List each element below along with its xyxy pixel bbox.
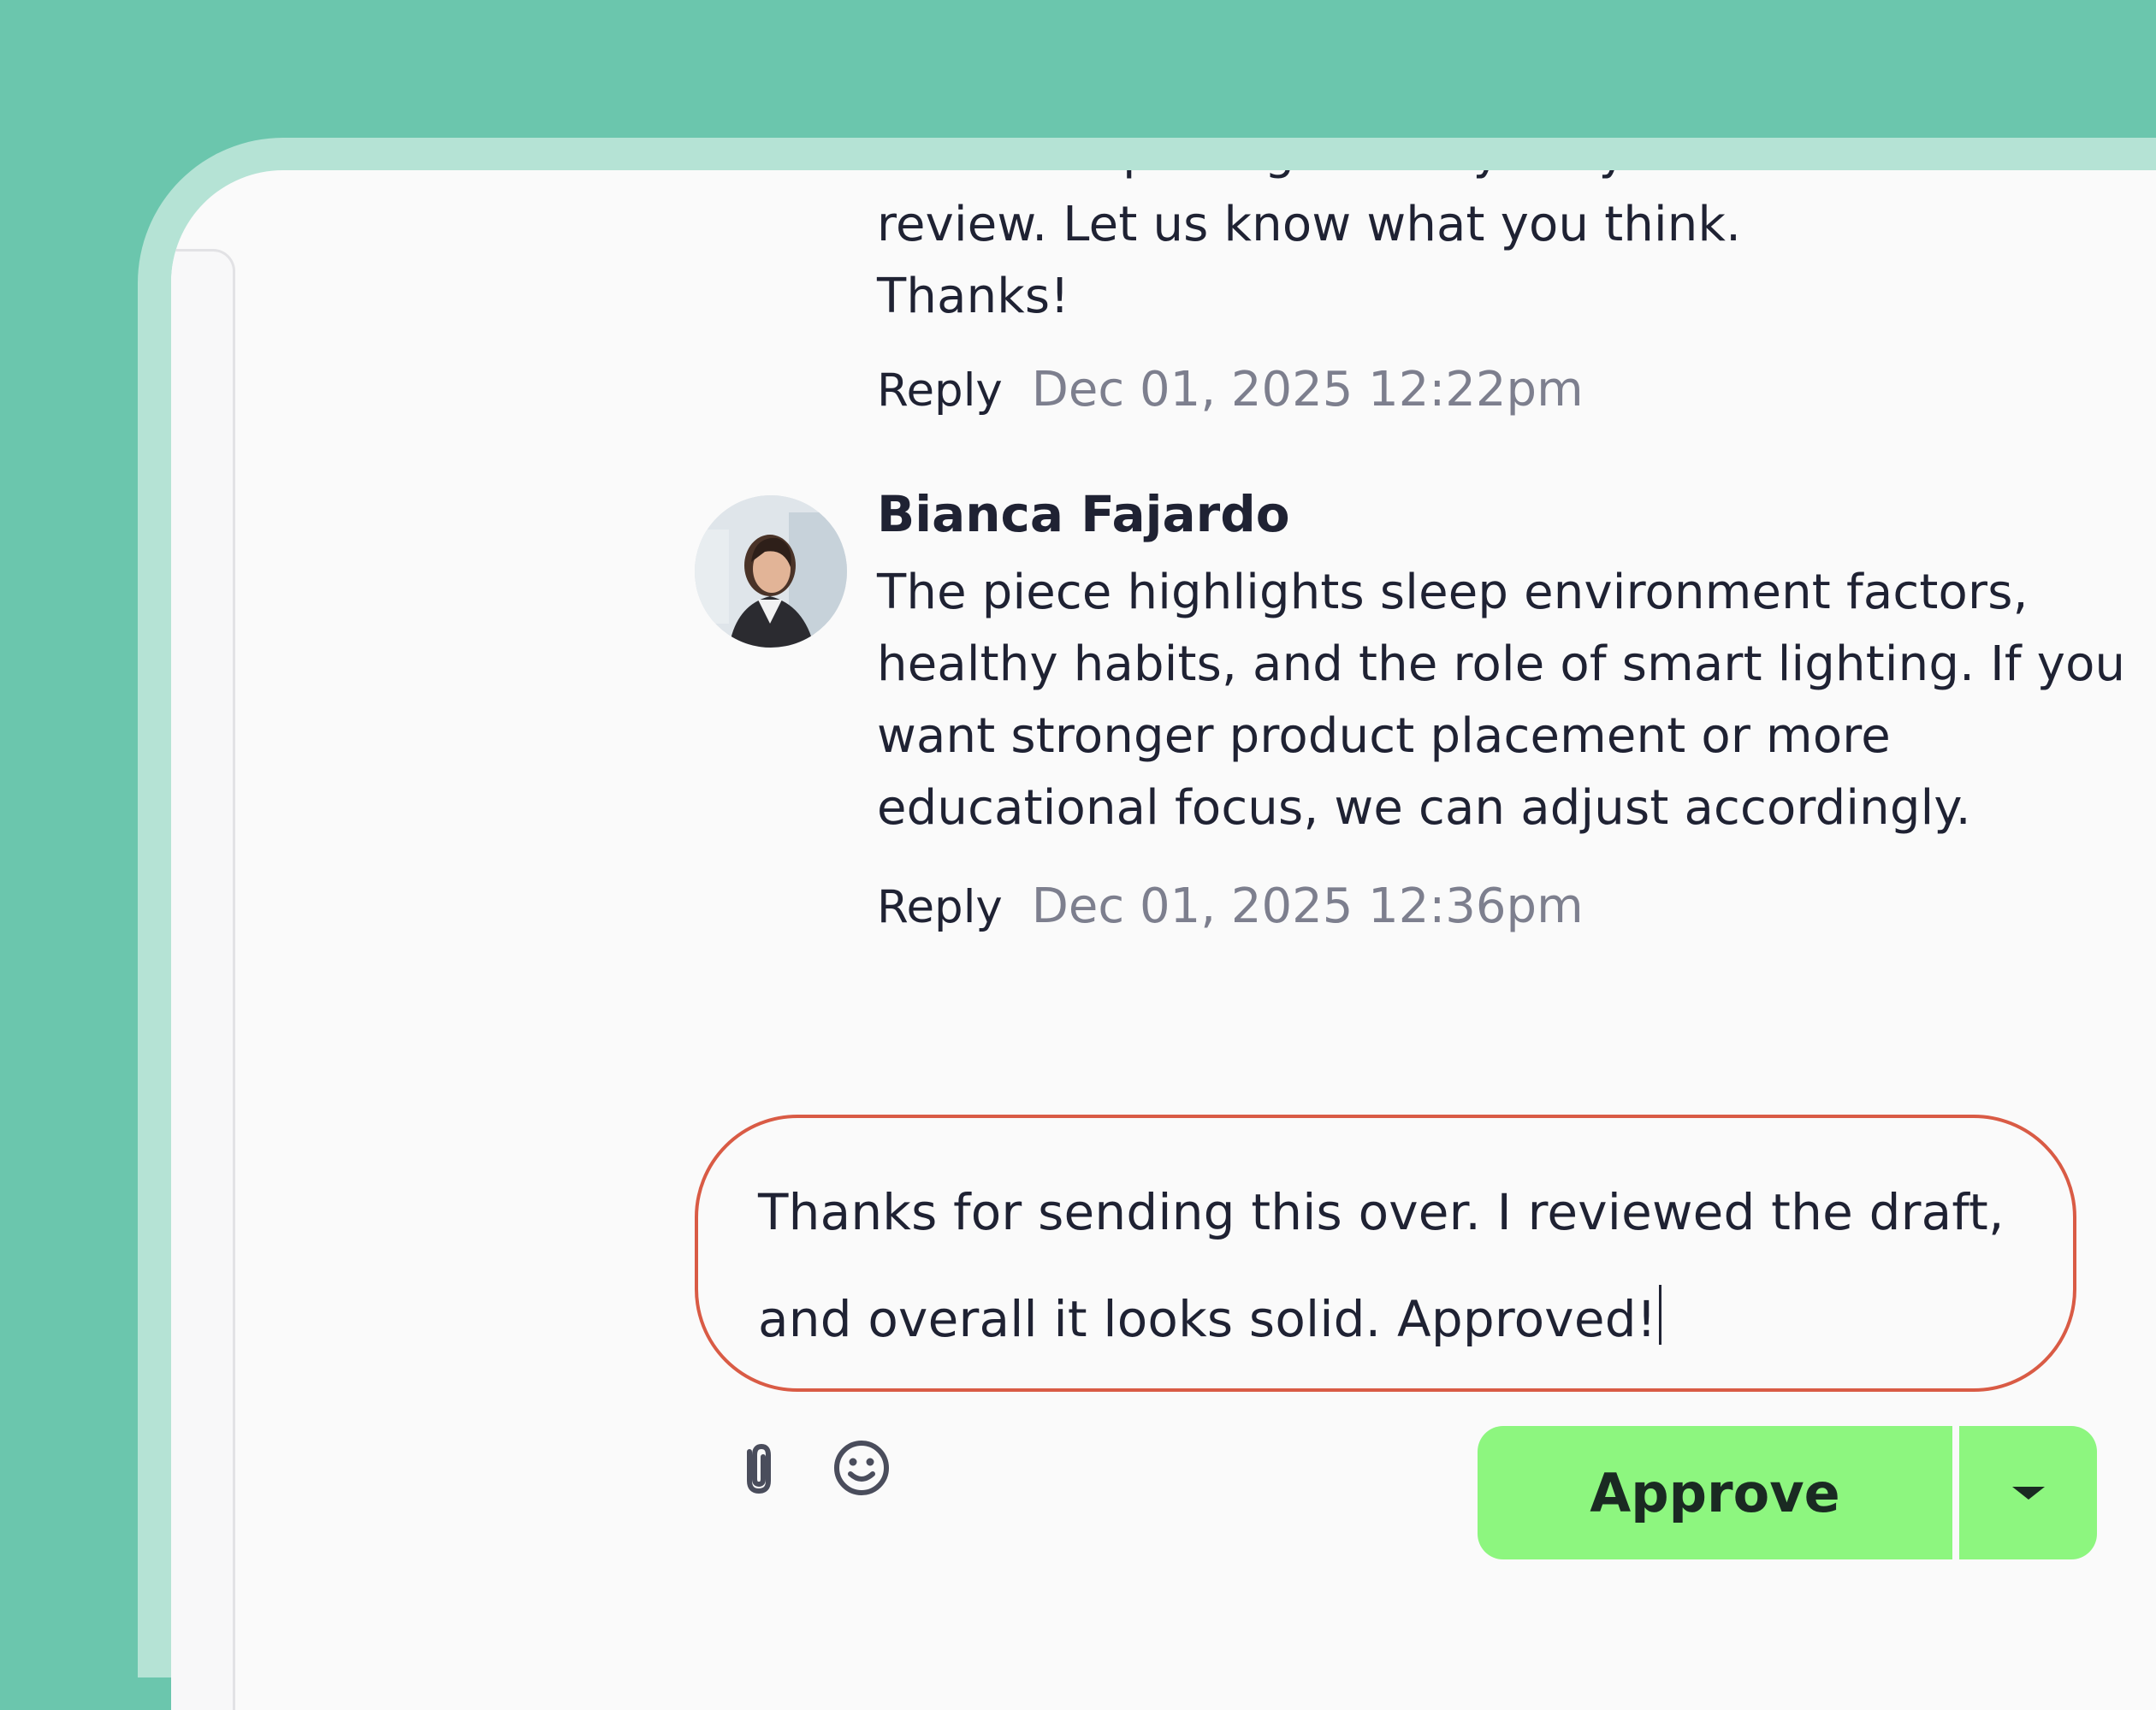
comment-second: Bianca Fajardo The piece highlights slee… [877, 485, 2156, 934]
comment-meta: Reply Dec 01, 2025 12:36pm [877, 879, 2156, 934]
comment-input[interactable]: Thanks for sending this over. I reviewed… [695, 1115, 2076, 1392]
comment-author: Bianca Fajardo [877, 485, 1290, 543]
smiley-icon[interactable] [830, 1436, 893, 1500]
comment-body-line-2: Thanks! [877, 269, 1069, 324]
comment-body: The piece highlights sleep environment f… [877, 565, 2126, 836]
chevron-down-icon [2011, 1486, 2045, 1500]
comments-panel: Good Sleep" blog is ready for your revie… [171, 170, 2156, 1710]
text-caret [1659, 1285, 1662, 1345]
reply-link[interactable]: Reply [877, 881, 1003, 933]
comment-body-line-1: review. Let us know what you think. [877, 197, 1742, 252]
approve-button[interactable]: Approve [1478, 1426, 1952, 1559]
comment-timestamp: Dec 01, 2025 12:22pm [1031, 362, 1584, 417]
approve-divider [1952, 1426, 1959, 1559]
comment-first: Good Sleep" blog is ready for your revie… [877, 170, 2156, 417]
comment-thread: Good Sleep" blog is ready for your revie… [171, 170, 2156, 1710]
comment-body-partial: Good Sleep" blog is ready for your [877, 170, 2156, 189]
paperclip-icon[interactable] [727, 1436, 791, 1500]
approve-options-button[interactable] [1959, 1426, 2097, 1559]
avatar-photo [695, 495, 847, 648]
approve-split-button: Approve [1478, 1426, 2097, 1559]
reply-link[interactable]: Reply [877, 364, 1003, 417]
comment-timestamp: Dec 01, 2025 12:36pm [1031, 879, 1584, 934]
comment-input-text: Thanks for sending this over. I reviewed… [758, 1183, 2005, 1348]
comment-meta: Reply Dec 01, 2025 12:22pm [877, 362, 2156, 417]
avatar [695, 495, 847, 648]
